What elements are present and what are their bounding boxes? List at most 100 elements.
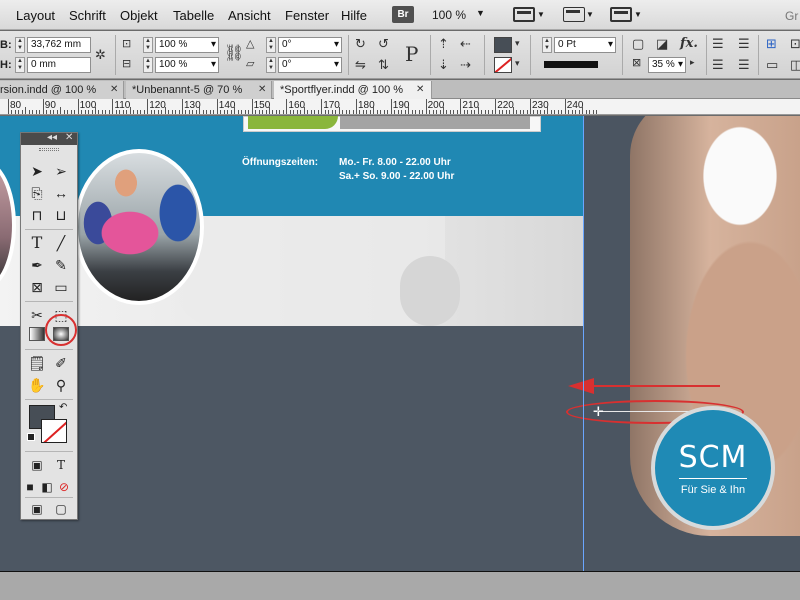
- pen-tool-icon[interactable]: ✒: [26, 255, 48, 275]
- align-top-icon[interactable]: ☰: [712, 58, 724, 71]
- rectangle-tool-icon[interactable]: ▭: [50, 277, 72, 297]
- normal-view-icon[interactable]: ▣: [26, 499, 48, 519]
- selection-tool-icon[interactable]: ➤: [26, 161, 48, 181]
- text-frame-icon[interactable]: P: [405, 44, 418, 64]
- close-icon[interactable]: ✕: [65, 132, 73, 143]
- link-chain-icon[interactable]: ⛓: [224, 46, 244, 62]
- opening-hours-weekdays[interactable]: Mo.- Fr. 8.00 - 22.00 Uhr: [339, 157, 451, 168]
- gap-tool-icon[interactable]: ↔: [50, 183, 72, 203]
- formatting-text-icon[interactable]: T: [50, 455, 72, 475]
- fit-frame-icon[interactable]: ⊞: [766, 37, 777, 50]
- select-content-icon[interactable]: ⇣: [438, 58, 449, 71]
- scale-y-stepper[interactable]: ▲ ▼: [143, 57, 153, 73]
- swap-colors-icon[interactable]: ↶: [59, 402, 67, 413]
- chevron-down-icon[interactable]: ▼: [586, 10, 594, 19]
- chevron-down-icon[interactable]: ▼: [537, 10, 545, 19]
- scissors-tool-icon[interactable]: ✂: [26, 305, 48, 325]
- shadow-icon[interactable]: ◪: [656, 37, 668, 50]
- width-field[interactable]: 33,762 mm: [27, 37, 91, 53]
- chevron-right-icon[interactable]: ▸: [690, 58, 695, 67]
- view-options-icon[interactable]: [513, 7, 535, 22]
- chevron-down-icon[interactable]: ▾: [515, 59, 520, 68]
- direct-selection-tool-icon[interactable]: ➢: [50, 161, 72, 181]
- horizontal-ruler[interactable]: 80 90 100 110 120 130 140 150 160 170 180 190 200 210…: [0, 99, 800, 115]
- chevron-down-icon[interactable]: ▼: [476, 8, 485, 18]
- menu-fenster[interactable]: Fenster: [285, 8, 329, 23]
- scale-y-field[interactable]: 100 %: [155, 57, 219, 73]
- rotation-stepper[interactable]: ▲ ▼: [266, 37, 276, 53]
- content-placer-icon[interactable]: ⊔: [50, 205, 72, 225]
- drop-shadow-icon[interactable]: ▢: [632, 37, 644, 50]
- chevron-down-icon[interactable]: ▾: [515, 39, 520, 48]
- align-bottom-icon[interactable]: ☰: [738, 58, 750, 71]
- rectangle-frame-tool-icon[interactable]: ⊠: [26, 277, 48, 297]
- panel-grip[interactable]: [39, 148, 59, 151]
- scale-x-field[interactable]: 100 %: [155, 37, 219, 53]
- rotate-ccw-icon[interactable]: ↺: [378, 37, 389, 50]
- select-container-icon[interactable]: ⇡: [438, 37, 449, 50]
- gradient-swatch-tool-icon[interactable]: [29, 327, 45, 341]
- menu-schrift[interactable]: Schrift: [69, 8, 106, 23]
- type-tool-icon[interactable]: T: [26, 233, 48, 253]
- stroke-color-swatch[interactable]: [494, 57, 512, 73]
- document-canvas[interactable]: Öffnungszeiten: Mo.- Fr. 8.00 - 22.00 Uh…: [0, 116, 800, 571]
- stroke-weight-stepper[interactable]: ▲ ▼: [542, 37, 552, 53]
- hand-tool-icon[interactable]: ✋: [26, 375, 48, 395]
- line-tool-icon[interactable]: ╱: [50, 233, 72, 253]
- align-text-icon[interactable]: ☰: [712, 37, 724, 50]
- apply-gradient-icon[interactable]: ◧: [38, 477, 56, 497]
- fit-content-icon[interactable]: ⊡: [790, 37, 800, 50]
- page-tool-icon[interactable]: ⎘: [26, 183, 48, 203]
- fill-color-swatch[interactable]: [494, 37, 512, 53]
- height-stepper[interactable]: ▲ ▼: [15, 57, 25, 73]
- shear-stepper[interactable]: ▲ ▼: [266, 57, 276, 73]
- arrange-documents-icon[interactable]: [610, 7, 632, 22]
- select-next-icon[interactable]: ⇢: [460, 58, 471, 71]
- default-colors-icon[interactable]: [27, 433, 35, 441]
- select-previous-icon[interactable]: ⇠: [460, 37, 471, 50]
- workspace-switcher[interactable]: Gr: [785, 9, 798, 23]
- constrain-proportions-icon[interactable]: ✲: [95, 48, 106, 61]
- flip-horizontal-icon[interactable]: ⇋: [355, 58, 366, 71]
- flip-vertical-icon[interactable]: ⇅: [378, 58, 389, 71]
- center-content-icon[interactable]: ◫: [790, 58, 800, 71]
- rotation-field[interactable]: 0°: [278, 37, 342, 53]
- tab-version-indd[interactable]: rsion.indd @ 100 % ✕: [0, 81, 124, 99]
- tab-unbenannt-5[interactable]: *Unbenannt-5 @ 70 % ✕: [126, 81, 272, 99]
- tools-panel-header[interactable]: ◂◂ ✕: [21, 132, 77, 145]
- shear-field[interactable]: 0°: [278, 57, 342, 73]
- screen-mode-icon[interactable]: [563, 7, 585, 22]
- effects-button[interactable]: fx.: [680, 37, 698, 50]
- close-icon[interactable]: ✕: [416, 81, 424, 99]
- note-tool-icon[interactable]: 🗒: [26, 353, 48, 373]
- stroke-type-preview[interactable]: [544, 61, 598, 68]
- menu-layout[interactable]: Layout: [16, 8, 55, 23]
- opacity-field[interactable]: 35 %: [648, 57, 686, 73]
- collapse-panel-icon[interactable]: ◂◂: [47, 132, 57, 143]
- scm-logo[interactable]: SCM Für Sie & Ihn: [651, 406, 775, 530]
- apply-color-icon[interactable]: ■: [21, 477, 39, 497]
- scale-x-stepper[interactable]: ▲ ▼: [143, 37, 153, 53]
- formatting-container-icon[interactable]: ▣: [26, 455, 48, 475]
- apply-none-icon[interactable]: ⊘: [55, 477, 73, 497]
- bridge-button[interactable]: Br: [392, 6, 414, 23]
- content-collector-icon[interactable]: ⊓: [26, 205, 48, 225]
- zoom-tool-icon[interactable]: ⚲: [50, 375, 72, 395]
- circle-photo-spinning-class[interactable]: [74, 149, 204, 305]
- eyedropper-tool-icon[interactable]: ✐: [50, 353, 72, 373]
- close-icon[interactable]: ✕: [110, 81, 118, 99]
- fit-proportional-icon[interactable]: ▭: [766, 58, 778, 71]
- opening-hours-label[interactable]: Öffnungszeiten:: [242, 157, 318, 168]
- pencil-tool-icon[interactable]: ✎: [50, 255, 72, 275]
- close-icon[interactable]: ✕: [258, 81, 266, 99]
- align-center-icon[interactable]: ☰: [738, 37, 750, 50]
- stroke-color-swatch[interactable]: [41, 419, 67, 443]
- menu-objekt[interactable]: Objekt: [120, 8, 158, 23]
- rotate-cw-icon[interactable]: ↻: [355, 37, 366, 50]
- height-field[interactable]: 0 mm: [27, 57, 91, 73]
- tab-sportflyer-indd[interactable]: *Sportflyer.indd @ 100 % ✕: [274, 81, 432, 99]
- menu-tabelle[interactable]: Tabelle: [173, 8, 214, 23]
- zoom-level-dropdown[interactable]: 100 %: [432, 8, 466, 22]
- preview-mode-icon[interactable]: ▢: [50, 499, 72, 519]
- width-stepper[interactable]: ▲ ▼: [15, 37, 25, 53]
